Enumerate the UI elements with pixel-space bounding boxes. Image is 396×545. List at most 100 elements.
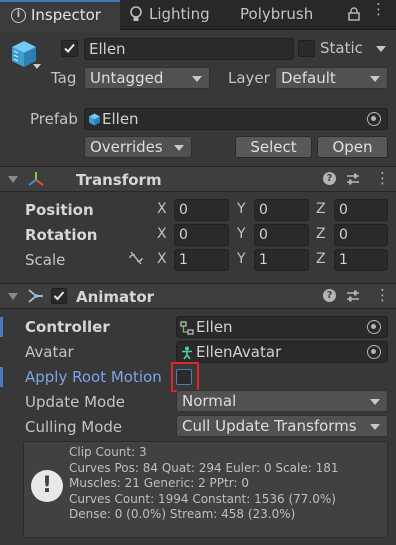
component-menu-icon[interactable]: ⋮ <box>375 286 390 304</box>
info-line-clip-count: Clip Count: 3 <box>69 445 147 459</box>
object-picker-icon[interactable] <box>367 320 381 334</box>
transform-title: Transform <box>76 171 162 189</box>
overrides-label: Overrides <box>90 138 163 156</box>
info-line-curves-count: Curves Count: 1994 Constant: 1536 (77.0%… <box>69 491 336 506</box>
presets-icon[interactable] <box>346 172 360 186</box>
position-z-label: Z <box>316 201 326 217</box>
tag-value: Untagged <box>90 69 164 87</box>
kebab-menu-icon[interactable]: ⋮ <box>371 2 386 17</box>
override-indicator <box>0 367 3 387</box>
object-picker-icon[interactable] <box>367 345 381 359</box>
tab-inspector[interactable]: i Inspector <box>0 0 120 31</box>
checkmark-icon <box>64 43 75 53</box>
static-label: Static <box>320 39 363 57</box>
layer-label: Layer <box>228 69 270 87</box>
scale-x-label: X <box>157 251 167 267</box>
icon-dropdown-chevron-icon[interactable] <box>33 64 41 69</box>
update-mode-value: Normal <box>182 392 237 410</box>
info-line-curves-pos: Curves Pos: 84 Quat: 294 Euler: 0 Scale:… <box>69 460 339 475</box>
rotation-z-field[interactable]: 0 <box>334 224 388 246</box>
chevron-down-icon <box>192 76 202 82</box>
position-label: Position <box>25 201 94 219</box>
chevron-down-icon <box>370 76 380 82</box>
chevron-down-icon <box>174 145 184 151</box>
rotation-y-label: Y <box>237 226 246 242</box>
scale-x-field[interactable]: 1 <box>174 249 229 271</box>
rotation-x-field[interactable]: 0 <box>174 224 229 246</box>
controller-label: Controller <box>25 318 110 336</box>
rotation-z-label: Z <box>316 226 326 242</box>
link-broken-icon[interactable] <box>128 251 144 265</box>
prefab-label: Prefab <box>30 110 78 128</box>
lock-icon[interactable] <box>348 7 360 21</box>
controller-field[interactable]: Ellen <box>176 316 388 338</box>
tag-label: Tag <box>51 69 77 87</box>
tag-dropdown[interactable]: Untagged <box>84 67 210 89</box>
override-indicator <box>0 317 3 337</box>
position-y-label: Y <box>237 201 246 217</box>
avatar-icon <box>182 346 192 360</box>
culling-mode-dropdown[interactable]: Cull Update Transforms <box>176 415 388 437</box>
scale-label: Scale <box>25 251 66 269</box>
prefab-value: Ellen <box>102 110 139 128</box>
active-checkbox[interactable] <box>61 40 78 57</box>
info-icon: i <box>11 8 26 23</box>
info-line-muscles: Muscles: 21 Generic: 2 PPtr: 0 <box>69 476 249 490</box>
position-z-field[interactable]: 0 <box>334 199 388 221</box>
transform-header[interactable]: Transform ? ⋮ <box>0 166 396 192</box>
animator-header[interactable]: Animator ? ⋮ <box>0 283 396 309</box>
info-line-dense: Dense: 0 (0.0%) Stream: 458 (23.0%) <box>69 507 296 521</box>
object-name-input[interactable]: Ellen <box>84 38 294 60</box>
scale-y-field[interactable]: 1 <box>254 249 309 271</box>
controller-value: Ellen <box>196 318 233 336</box>
rotation-label: Rotation <box>25 226 98 244</box>
static-checkbox[interactable] <box>298 40 315 57</box>
culling-mode-value: Cull Update Transforms <box>182 417 357 435</box>
lightbulb-icon <box>130 6 142 21</box>
object-picker-icon[interactable] <box>367 112 381 126</box>
apply-root-motion-checkbox[interactable] <box>176 369 192 385</box>
overrides-dropdown[interactable]: Overrides <box>84 136 192 158</box>
animator-controller-icon <box>180 321 194 335</box>
chevron-down-icon <box>370 424 380 430</box>
apply-root-motion-label: Apply Root Motion <box>25 368 162 386</box>
avatar-field[interactable]: EllenAvatar <box>176 341 388 363</box>
presets-icon[interactable] <box>346 289 360 303</box>
info-lines: Clip Count: 3 Curves Pos: 84 Quat: 294 E… <box>69 445 338 523</box>
prefab-cube-icon <box>89 113 100 126</box>
animator-icon <box>28 289 43 303</box>
open-button[interactable]: Open <box>317 136 388 158</box>
animator-info-box: ! Clip Count: 3 Curves Pos: 84 Quat: 294… <box>23 441 388 538</box>
tab-polybrush-label: Polybrush <box>240 5 314 23</box>
prefab-field[interactable]: Ellen <box>84 108 388 130</box>
position-y-field[interactable]: 0 <box>254 199 309 221</box>
help-icon[interactable]: ? <box>323 172 336 185</box>
rotation-y-field[interactable]: 0 <box>254 224 309 246</box>
layer-value: Default <box>281 69 336 87</box>
help-icon[interactable]: ? <box>323 289 336 302</box>
layer-dropdown[interactable]: Default <box>275 67 388 89</box>
position-x-label: X <box>157 201 167 217</box>
tab-inspector-label: Inspector <box>31 6 101 24</box>
culling-mode-label: Culling Mode <box>25 418 123 436</box>
tab-lighting-label: Lighting <box>149 5 210 23</box>
avatar-value: EllenAvatar <box>196 343 282 361</box>
static-dropdown-arrow-icon[interactable] <box>376 46 386 52</box>
avatar-label: Avatar <box>25 343 74 361</box>
component-menu-icon[interactable]: ⋮ <box>375 169 390 187</box>
update-mode-dropdown[interactable]: Normal <box>176 390 388 412</box>
foldout-arrow-icon[interactable] <box>8 176 18 183</box>
tab-lighting[interactable]: Lighting <box>121 0 228 30</box>
foldout-arrow-icon[interactable] <box>8 293 18 300</box>
position-x-field[interactable]: 0 <box>174 199 229 221</box>
select-button[interactable]: Select <box>235 136 312 158</box>
scale-z-label: Z <box>316 251 326 267</box>
tab-polybrush[interactable]: Polybrush <box>232 0 337 30</box>
rotation-x-label: X <box>157 226 167 242</box>
animator-title: Animator <box>76 288 155 306</box>
checkmark-icon <box>53 291 65 301</box>
chevron-down-icon <box>370 399 380 405</box>
update-mode-label: Update Mode <box>25 393 125 411</box>
animator-enabled-checkbox[interactable] <box>51 288 67 304</box>
scale-z-field[interactable]: 1 <box>334 249 388 271</box>
